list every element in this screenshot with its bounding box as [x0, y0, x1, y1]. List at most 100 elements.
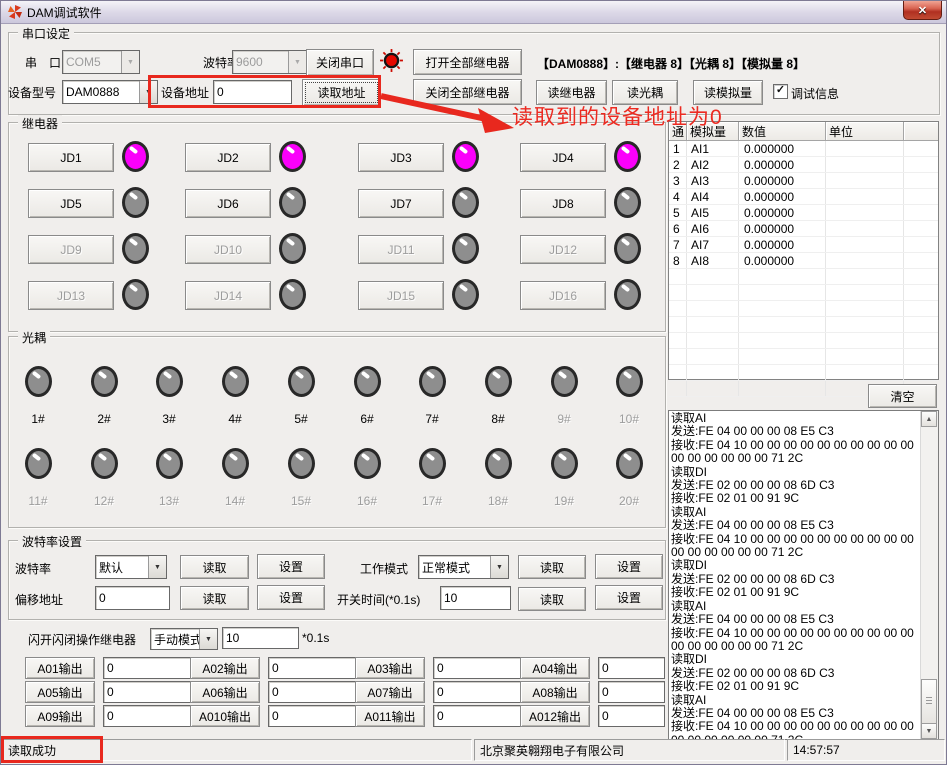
work-mode-select[interactable]: 正常模式 ▼: [418, 555, 509, 579]
relay-button-jd10[interactable]: JD10: [185, 235, 271, 264]
relay-button-jd12[interactable]: JD12: [520, 235, 606, 264]
model-select[interactable]: DAM0888 ▼: [62, 80, 158, 104]
scroll-up-icon[interactable]: ▲: [921, 411, 937, 427]
output-button-12[interactable]: A012输出: [520, 705, 590, 727]
output-button-9[interactable]: A09输出: [25, 705, 95, 727]
close-button[interactable]: ✕: [903, 0, 942, 20]
log-output[interactable]: 读取AI 发送:FE 04 00 00 00 08 E5 C3 接收:FE 04…: [668, 410, 939, 740]
cell-name: [687, 269, 739, 284]
opto-indicator-17: [419, 448, 446, 479]
output-button-5[interactable]: A05输出: [25, 681, 95, 703]
offset-set-button[interactable]: 设置: [257, 585, 325, 610]
cell-name: AI8: [687, 253, 739, 268]
output-value-2[interactable]: 0: [268, 657, 358, 679]
switch-time-set-button[interactable]: 设置: [595, 585, 663, 610]
output-value-11[interactable]: 0: [433, 705, 523, 727]
output-value-7[interactable]: 0: [433, 681, 523, 703]
read-address-button[interactable]: 读取地址: [302, 79, 381, 106]
output-value-8[interactable]: 0: [598, 681, 665, 703]
cell-unit: [826, 365, 904, 380]
switch-time-read-button[interactable]: 读取: [518, 587, 586, 611]
scroll-thumb[interactable]: [921, 679, 937, 724]
table-row[interactable]: 1AI10.000000: [669, 141, 938, 157]
device-address-input[interactable]: 0: [213, 80, 292, 104]
table-header-extra: [904, 122, 938, 141]
output-button-3[interactable]: A03输出: [355, 657, 425, 679]
table-row[interactable]: 4AI40.000000: [669, 189, 938, 205]
opto-indicator-12: [91, 448, 118, 479]
baud-rate-select[interactable]: 默认 ▼: [95, 555, 167, 579]
table-row[interactable]: 8AI80.000000: [669, 253, 938, 269]
relay-indicator-jd11: [452, 233, 479, 264]
output-button-11[interactable]: A011输出: [355, 705, 425, 727]
relay-button-jd1[interactable]: JD1: [28, 143, 114, 172]
table-header-value[interactable]: 数值: [739, 122, 826, 141]
relay-button-jd14[interactable]: JD14: [185, 281, 271, 310]
relay-button-jd11[interactable]: JD11: [358, 235, 444, 264]
relay-button-jd5[interactable]: JD5: [28, 189, 114, 218]
table-row[interactable]: 3AI30.000000: [669, 173, 938, 189]
table-row: [669, 301, 938, 317]
cell-extra: [904, 317, 938, 332]
relay-button-jd4[interactable]: JD4: [520, 143, 606, 172]
opto-label-13: 13#: [142, 494, 196, 508]
output-button-8[interactable]: A08输出: [520, 681, 590, 703]
cell-name: [687, 301, 739, 316]
output-value-4[interactable]: 0: [598, 657, 665, 679]
baud-select[interactable]: 9600 ▼: [232, 50, 307, 74]
open-all-relays-button[interactable]: 打开全部继电器: [413, 49, 522, 75]
opto-label-8: 8#: [471, 412, 525, 426]
work-mode-set-button[interactable]: 设置: [595, 554, 663, 579]
offset-address-input[interactable]: 0: [95, 586, 170, 610]
cell-value: 0.000000: [739, 157, 826, 172]
relay-button-jd13[interactable]: JD13: [28, 281, 114, 310]
relay-button-jd15[interactable]: JD15: [358, 281, 444, 310]
relay-button-jd9[interactable]: JD9: [28, 235, 114, 264]
switch-time-input[interactable]: 10: [440, 586, 511, 610]
relay-button-jd16[interactable]: JD16: [520, 281, 606, 310]
baud-set-button[interactable]: 设置: [257, 554, 325, 579]
table-row[interactable]: 6AI60.000000: [669, 221, 938, 237]
close-all-relays-button[interactable]: 关闭全部继电器: [413, 79, 522, 105]
output-value-10[interactable]: 0: [268, 705, 358, 727]
debug-info-checkbox[interactable]: ✓: [773, 84, 788, 99]
flash-time-input[interactable]: 10: [222, 627, 299, 649]
table-row[interactable]: 2AI20.000000: [669, 157, 938, 173]
output-value-1[interactable]: 0: [103, 657, 193, 679]
relay-button-jd8[interactable]: JD8: [520, 189, 606, 218]
table-row[interactable]: 5AI50.000000: [669, 205, 938, 221]
relay-button-jd2[interactable]: JD2: [185, 143, 271, 172]
clear-log-button[interactable]: 清空: [868, 384, 937, 408]
offset-read-button[interactable]: 读取: [180, 586, 249, 610]
scroll-down-icon[interactable]: ▼: [921, 723, 937, 739]
port-select[interactable]: COM5 ▼: [62, 50, 140, 74]
cell-ch: 2: [669, 157, 687, 172]
output-button-7[interactable]: A07输出: [355, 681, 425, 703]
output-value-6[interactable]: 0: [268, 681, 358, 703]
work-mode-read-button[interactable]: 读取: [518, 555, 586, 579]
output-value-9[interactable]: 0: [103, 705, 193, 727]
output-value-5[interactable]: 0: [103, 681, 193, 703]
output-button-10[interactable]: A010输出: [190, 705, 260, 727]
cell-unit: [826, 269, 904, 284]
relay-button-jd6[interactable]: JD6: [185, 189, 271, 218]
output-value-12[interactable]: 0: [598, 705, 665, 727]
cell-value: 0.000000: [739, 189, 826, 204]
flash-mode-select[interactable]: 手动模式 ▼: [150, 628, 218, 650]
cell-ch: [669, 269, 687, 284]
baud-read-button[interactable]: 读取: [180, 555, 249, 579]
table-header-unit[interactable]: 单位: [826, 122, 904, 141]
output-button-2[interactable]: A02输出: [190, 657, 260, 679]
relay-button-jd3[interactable]: JD3: [358, 143, 444, 172]
title-bar[interactable]: DAM调试软件: [1, 1, 946, 24]
log-scrollbar[interactable]: ▲ ▼: [920, 411, 938, 739]
output-value-3[interactable]: 0: [433, 657, 523, 679]
cell-name: AI6: [687, 221, 739, 236]
relay-button-jd7[interactable]: JD7: [358, 189, 444, 218]
close-port-button[interactable]: 关闭串口: [306, 49, 374, 76]
output-button-4[interactable]: A04输出: [520, 657, 590, 679]
opto-indicator-20: [616, 448, 643, 479]
output-button-6[interactable]: A06输出: [190, 681, 260, 703]
output-button-1[interactable]: A01输出: [25, 657, 95, 679]
table-row[interactable]: 7AI70.000000: [669, 237, 938, 253]
